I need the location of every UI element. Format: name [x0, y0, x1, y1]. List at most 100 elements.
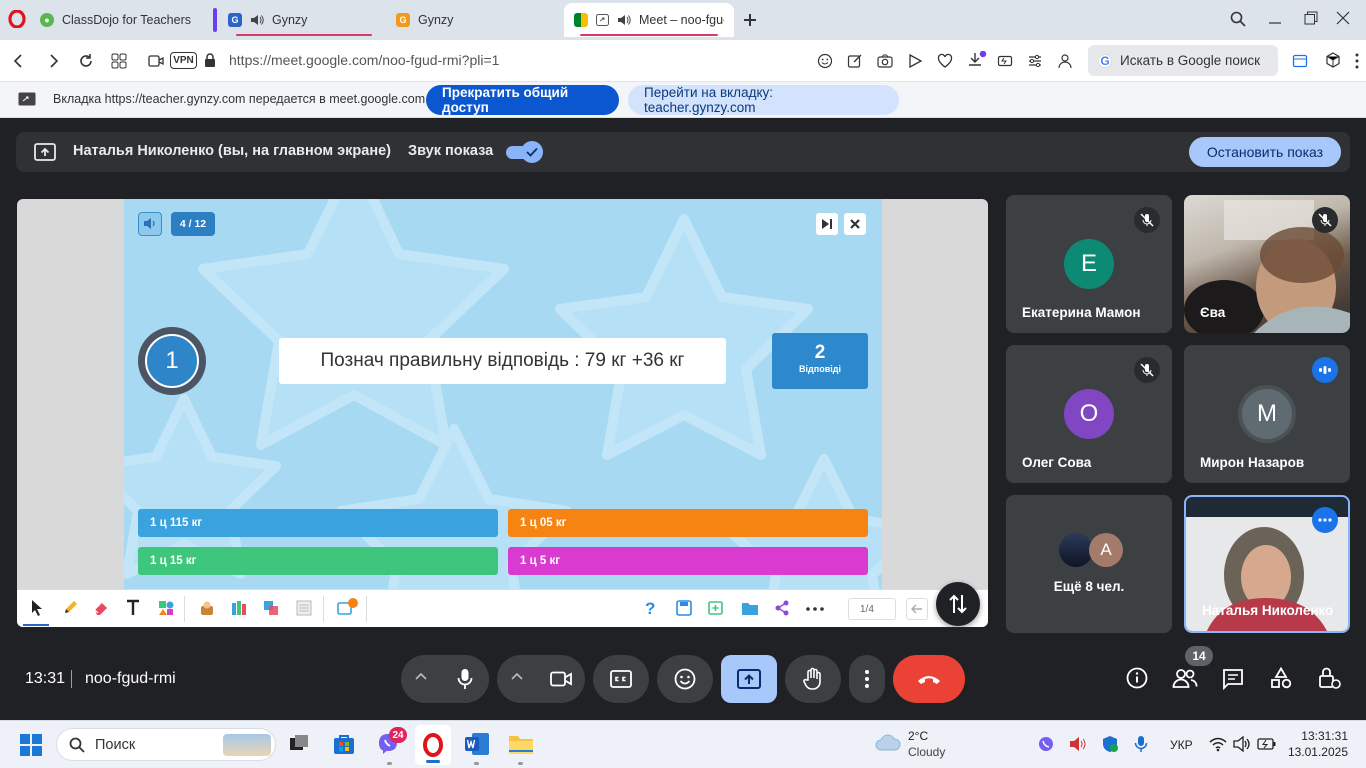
edit-icon[interactable] — [847, 53, 863, 69]
share-icon[interactable] — [774, 600, 790, 616]
windows-start-icon[interactable] — [20, 734, 42, 756]
prev-page-icon[interactable] — [906, 598, 928, 620]
participant-tile[interactable]: Єва — [1184, 195, 1350, 333]
help-icon[interactable]: ? — [645, 599, 655, 619]
library-icon[interactable] — [231, 600, 247, 616]
camera-access-icon[interactable] — [148, 54, 164, 68]
tab-gynzy-1[interactable]: G Gynzy — [218, 3, 386, 37]
pencil-tool-icon[interactable] — [62, 600, 78, 616]
extensions-icon[interactable] — [1325, 52, 1341, 68]
answer-option-b[interactable]: 1 ц 05 кг — [508, 509, 868, 537]
close-icon[interactable] — [844, 213, 866, 235]
reactions-button[interactable] — [657, 655, 713, 703]
weather-cloud-icon[interactable] — [874, 732, 902, 752]
chat-notifications-icon[interactable] — [337, 597, 359, 617]
easy-setup-icon[interactable] — [1027, 53, 1043, 69]
answer-option-d[interactable]: 1 ц 5 кг — [508, 547, 868, 575]
security-tray-icon[interactable] — [1101, 735, 1119, 753]
new-tab-icon[interactable] — [742, 12, 758, 28]
activities-icon[interactable] — [1270, 667, 1292, 689]
sound-button[interactable] — [138, 212, 162, 236]
snapshot-icon[interactable] — [877, 53, 893, 69]
shapes-tool-icon[interactable] — [158, 600, 174, 616]
participant-tile[interactable]: О Олег Сова — [1006, 345, 1172, 483]
page-indicator[interactable]: 1/4 — [848, 598, 896, 620]
stop-presenting-button[interactable]: Остановить показ — [1189, 137, 1341, 167]
people-icon[interactable] — [1172, 667, 1198, 689]
url-field[interactable]: https://meet.google.com/noo-fgud-rmi?pli… — [229, 52, 499, 68]
speed-dial-icon[interactable] — [111, 53, 127, 69]
camera-button[interactable] — [537, 655, 585, 703]
heart-icon[interactable] — [937, 53, 953, 69]
language-indicator[interactable]: УКР — [1170, 738, 1193, 752]
text-tool-icon[interactable] — [125, 599, 141, 617]
participant-tile[interactable]: Е Екатерина Мамон — [1006, 195, 1172, 333]
more-options-icon[interactable] — [1312, 507, 1338, 533]
google-search-box[interactable]: G Искать в Google поиск — [1088, 45, 1278, 76]
profile-icon[interactable] — [1057, 53, 1073, 69]
self-view-tile[interactable]: Наталья Николенко — [1184, 495, 1350, 633]
search-tabs-icon[interactable] — [1230, 11, 1246, 27]
microphone-tray-icon[interactable] — [1134, 735, 1148, 753]
widgets-icon[interactable] — [263, 600, 279, 616]
opera-taskbar-button[interactable] — [415, 725, 451, 765]
battery-saver-icon[interactable] — [997, 53, 1013, 69]
vpn-badge[interactable]: VPN — [170, 52, 197, 69]
eraser-tool-icon[interactable] — [93, 600, 109, 616]
task-view-icon[interactable] — [289, 734, 309, 754]
viber-tray-icon[interactable] — [1038, 736, 1054, 752]
swap-layout-icon[interactable] — [936, 582, 980, 626]
raise-hand-button[interactable] — [785, 655, 841, 703]
clock-date[interactable]: 13.01.2025 — [1284, 745, 1348, 759]
tab-meet[interactable]: Meet – noo-fgud-rmi — [564, 3, 734, 37]
chevron-up-icon[interactable] — [415, 672, 427, 680]
answer-option-a[interactable]: 1 ц 115 кг — [138, 509, 498, 537]
add-page-icon[interactable] — [708, 600, 725, 616]
volume-tray-icon[interactable] — [1069, 736, 1087, 752]
tab-classdojo[interactable]: ● ClassDojo for Teachers — [30, 3, 208, 37]
battery-icon[interactable] — [1257, 736, 1277, 752]
answer-option-c[interactable]: 1 ц 15 кг — [138, 547, 498, 575]
back-icon[interactable] — [10, 53, 26, 69]
more-tools-icon[interactable] — [806, 607, 824, 611]
reload-icon[interactable] — [78, 53, 94, 69]
participant-tile[interactable]: М Мирон Назаров — [1184, 345, 1350, 483]
lock-icon[interactable] — [204, 53, 216, 68]
more-menu-icon[interactable] — [1355, 52, 1359, 70]
leave-call-button[interactable] — [893, 655, 965, 703]
chat-icon[interactable] — [1222, 668, 1244, 690]
opera-menu-icon[interactable] — [8, 10, 26, 28]
downloads-icon[interactable] — [967, 51, 987, 69]
player-icon[interactable] — [907, 53, 923, 69]
word-icon[interactable] — [464, 732, 490, 756]
captions-button[interactable] — [593, 655, 649, 703]
file-explorer-icon[interactable] — [508, 733, 534, 755]
restore-icon[interactable] — [1304, 11, 1318, 25]
meeting-info-icon[interactable] — [1126, 667, 1148, 689]
more-participants-tile[interactable]: А Ещё 8 чел. — [1006, 495, 1172, 633]
clock-time[interactable]: 13:31:31 — [1290, 729, 1348, 743]
more-options-button[interactable] — [849, 655, 885, 703]
present-button[interactable] — [721, 655, 777, 703]
save-icon[interactable] — [676, 600, 692, 616]
microphone-button[interactable] — [441, 655, 489, 703]
taskbar-search[interactable]: Поиск — [56, 728, 276, 761]
volume-icon[interactable] — [1233, 736, 1251, 752]
notes-icon[interactable] — [296, 600, 312, 616]
switch-tab-button[interactable]: Перейти на вкладку: teacher.gynzy.com — [628, 85, 899, 115]
host-controls-icon[interactable] — [1318, 666, 1342, 690]
wifi-icon[interactable] — [1209, 736, 1227, 752]
tab-gynzy-2[interactable]: G Gynzy — [386, 3, 562, 37]
forward-icon[interactable] — [46, 53, 62, 69]
sidebar-panel-icon[interactable] — [1292, 53, 1308, 69]
close-window-icon[interactable] — [1336, 11, 1350, 25]
emoji-icon[interactable] — [817, 53, 833, 69]
skip-icon[interactable] — [816, 213, 838, 235]
tools-icon[interactable] — [199, 600, 215, 616]
stop-sharing-button[interactable]: Прекратить общий доступ — [426, 85, 619, 115]
microsoft-store-icon[interactable] — [333, 733, 355, 755]
chevron-up-icon[interactable] — [511, 672, 523, 680]
folder-icon[interactable] — [741, 601, 759, 615]
pointer-tool-icon[interactable] — [29, 599, 45, 617]
minimize-icon[interactable] — [1268, 11, 1282, 27]
